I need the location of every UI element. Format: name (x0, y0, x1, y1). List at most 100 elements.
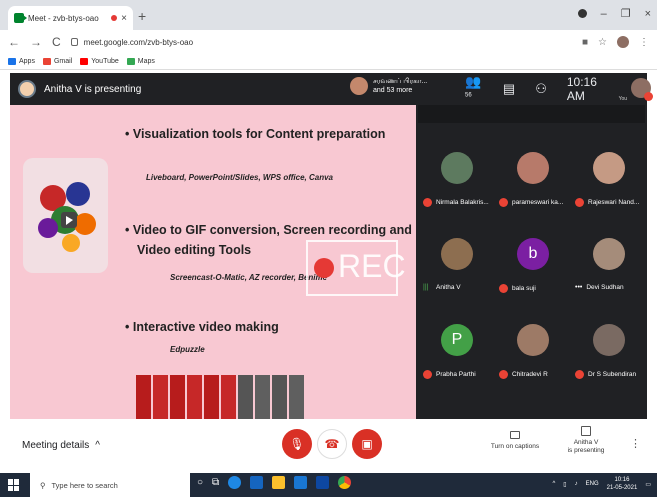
menu-dots-icon[interactable]: ⋮ (639, 37, 649, 48)
participant-tile[interactable]: Dr S Subendiran (572, 312, 647, 387)
store-icon[interactable] (250, 476, 264, 489)
chat-icon[interactable]: ▤ (503, 81, 515, 97)
close-window-button[interactable]: × (645, 8, 651, 20)
strip-cell (204, 375, 219, 419)
bookmark-maps[interactable]: Maps (126, 58, 155, 65)
participant-name: Anitha V (436, 284, 461, 291)
minimize-button[interactable]: – (601, 8, 607, 20)
profile-avatar[interactable] (617, 36, 629, 48)
task-view-icon[interactable]: ⧉ (212, 477, 219, 488)
bookmark-star-icon[interactable]: ☆ (598, 37, 607, 48)
meeting-details-button[interactable]: Meeting details ^ (22, 440, 100, 451)
participant-tile[interactable]: ||| Anitha V (420, 226, 495, 301)
maps-icon (126, 58, 135, 65)
tray-up-icon[interactable]: ^ (552, 481, 555, 487)
photos-icon[interactable] (316, 476, 330, 489)
record-dot-icon (314, 258, 334, 278)
chrome-icon[interactable] (338, 476, 352, 489)
forward-icon[interactable]: → (30, 35, 42, 49)
strip-cell (153, 375, 168, 419)
more-options-icon[interactable]: ⋮ (630, 437, 641, 450)
mail-icon[interactable] (294, 476, 308, 489)
reload-icon[interactable]: C (52, 35, 61, 49)
participant-avatar (441, 152, 473, 184)
leave-call-button[interactable]: ☎ (317, 429, 347, 459)
you-label: You (618, 96, 628, 102)
network-icon[interactable]: ▯ (563, 481, 566, 488)
notifications-icon[interactable]: ▭ (645, 481, 651, 488)
toolbar-right: ■ ☆ ⋮ (582, 36, 649, 48)
tray-clock[interactable]: 10:16 21-05-2021 (607, 476, 638, 492)
participant-tile[interactable]: parameswari ka... (496, 140, 571, 215)
profile-dot-icon[interactable] (577, 9, 587, 18)
chevron-up-icon: ^ (95, 440, 100, 451)
bookmark-apps[interactable]: Apps (8, 58, 35, 65)
window-controls: – ❐ × (577, 7, 651, 20)
meet-favicon-icon (14, 13, 27, 23)
participant-avatar (593, 324, 625, 356)
mic-toggle-button[interactable]: 🎙 (282, 429, 312, 459)
browser-tab[interactable]: Meet - zvb-btys-oao × (8, 6, 133, 30)
maximize-button[interactable]: ❐ (621, 7, 631, 20)
present-line-2: is presenting (567, 447, 605, 454)
cortana-icon[interactable]: ○ (197, 477, 203, 488)
participant-tile[interactable]: P Prabha Parthi (420, 312, 495, 387)
participant-name: Devi Sudhan (586, 284, 624, 291)
bookmark-youtube[interactable]: YouTube (80, 58, 119, 65)
youtube-icon (80, 58, 89, 65)
strip-cell (255, 375, 270, 419)
participant-avatar (593, 238, 625, 270)
lock-icon[interactable] (70, 38, 78, 46)
mic-muted-icon (499, 198, 508, 207)
captions-button[interactable]: Turn on captions (485, 431, 545, 450)
camera-permission-icon[interactable]: ■ (582, 37, 588, 48)
pinned-avatar (350, 77, 368, 95)
participant-tile[interactable]: Chitradevi R (496, 312, 571, 387)
language-label[interactable]: ENG (586, 481, 599, 487)
participant-name-row: bala suji (499, 284, 536, 293)
back-icon[interactable]: ← (8, 35, 20, 49)
volume-icon[interactable]: ♪ (575, 481, 578, 487)
camera-toggle-button[interactable]: ▣ (352, 429, 382, 459)
explorer-icon[interactable] (272, 476, 286, 489)
self-view[interactable]: You (619, 76, 653, 102)
mic-muted-icon (499, 370, 508, 379)
edge-icon[interactable] (228, 476, 242, 489)
pinned-name: சரவணப் பிரகா... (373, 78, 428, 85)
rec-label: REC (338, 248, 406, 284)
strip-cell (187, 375, 202, 419)
participant-grid: Nirmala Balakris... parameswari ka... Raje… (416, 105, 647, 419)
bookmark-gmail[interactable]: Gmail (42, 58, 72, 65)
pinned-participant[interactable]: சரவணப் பிரகா... and 53 more (350, 77, 427, 95)
new-tab-button[interactable]: + (138, 8, 146, 24)
participant-name: Dr S Subendiran (588, 371, 637, 378)
windows-start-icon[interactable] (8, 479, 20, 491)
slide-bullet-2: • Video to GIF conversion, Screen record… (125, 223, 412, 237)
taskbar-search[interactable]: ⚲ Type here to search (30, 473, 190, 497)
meet-top-bar: Anitha V is presenting சரவணப் பிரகா... a… (10, 73, 653, 105)
participant-avatar: b (517, 238, 549, 270)
slide-sub-2: Screencast-O-Matic, AZ recorder, Benime (170, 273, 328, 282)
apps-grid-icon (8, 58, 16, 65)
participants-icon[interactable]: 👥56 (465, 74, 483, 105)
presenter-avatar (18, 80, 36, 98)
participant-name: parameswari ka... (512, 199, 564, 206)
system-tray: ^ ▯ ♪ ENG 10:16 21-05-2021 ▭ (552, 476, 651, 492)
participant-tile[interactable]: Nirmala Balakris... (420, 140, 495, 215)
participant-avatar (441, 238, 473, 270)
strip-cell (136, 375, 151, 419)
participant-name: Rajeswari Nand... (588, 199, 640, 206)
participant-avatar (517, 152, 549, 184)
participant-name: Chitradevi R (512, 371, 548, 378)
url-field[interactable]: meet.google.com/zvb-btys-oao (70, 33, 582, 51)
mic-muted-icon (575, 370, 584, 379)
participant-tile[interactable]: b bala suji (496, 226, 571, 301)
recording-overlay: REC (306, 240, 406, 296)
participant-tile[interactable]: Rajeswari Nand... (572, 140, 647, 215)
present-button[interactable]: Anitha V is presenting (558, 426, 614, 455)
tab-close-icon[interactable]: × (121, 13, 127, 24)
participant-tile[interactable]: ••• Devi Sudhan (572, 226, 647, 301)
strip-cell (170, 375, 185, 419)
activities-icon[interactable]: ⚇ (535, 81, 547, 97)
search-icon: ⚲ (40, 480, 46, 490)
